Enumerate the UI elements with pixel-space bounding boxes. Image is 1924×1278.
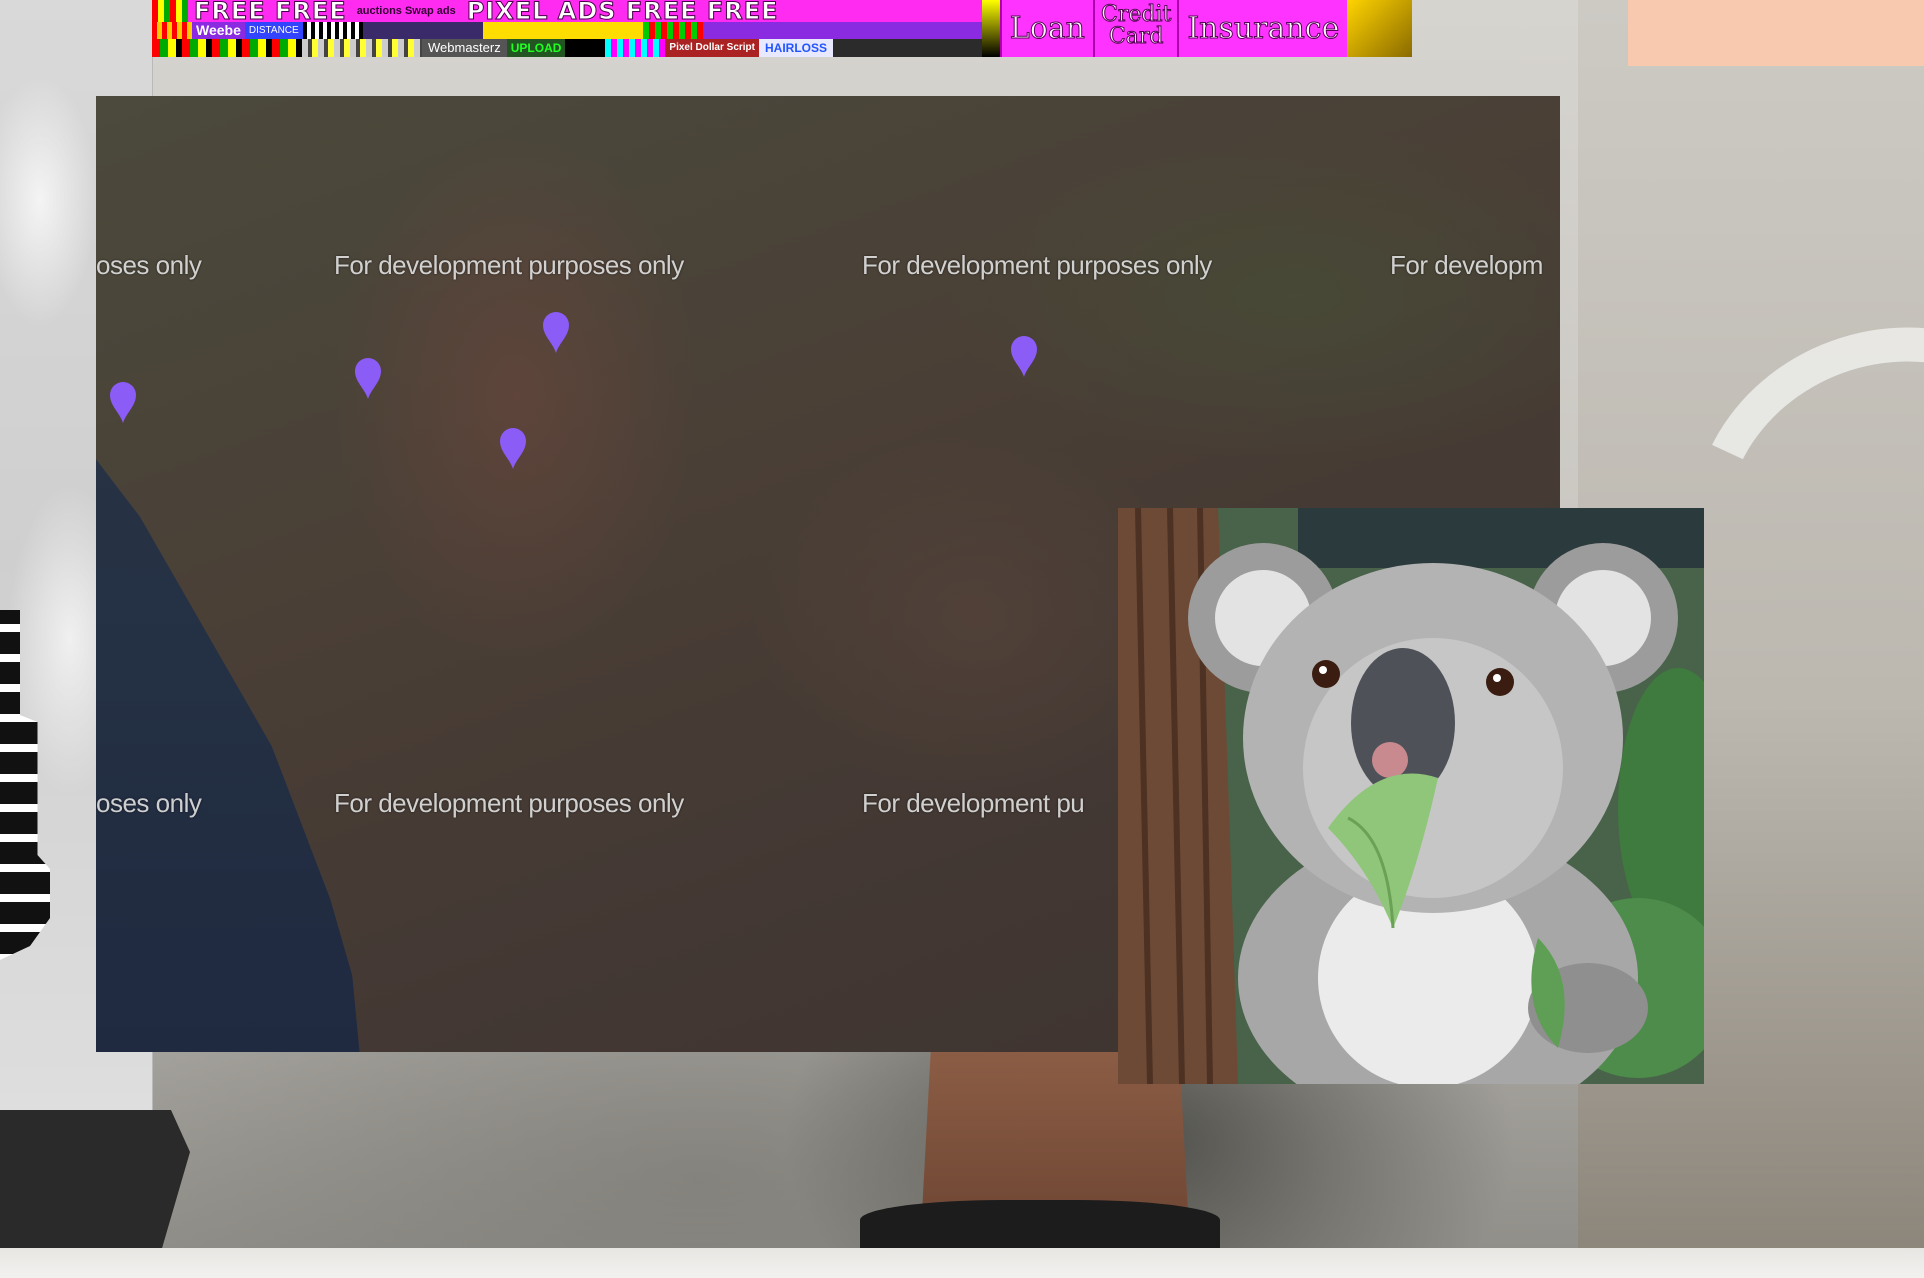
ad-thumbnail[interactable]: [302, 22, 363, 39]
ad-thumbnail[interactable]: [1347, 0, 1412, 57]
ad-free-text[interactable]: FREE FREE: [188, 0, 353, 24]
peach-color-block: [1628, 0, 1924, 66]
map-watermark: For development purposes only: [334, 788, 684, 818]
ad-loan-text[interactable]: Loan: [999, 0, 1093, 57]
ad-credit-card[interactable]: Credit Card: [1092, 0, 1177, 57]
ad-pixel-ads-text[interactable]: PIXEL ADS FREE FREE: [461, 0, 785, 24]
map-watermark: oses only: [96, 788, 202, 818]
koala-photo[interactable]: [1118, 508, 1704, 1084]
ad-webmaster-text[interactable]: Webmasterz: [422, 39, 507, 57]
map-marker-icon[interactable]: [541, 310, 571, 354]
ad-thumbnail[interactable]: [302, 39, 422, 57]
ad-upload-text[interactable]: UPLOAD: [506, 39, 566, 57]
dark-fabric: [0, 1110, 190, 1250]
map-marker-icon[interactable]: [1009, 334, 1039, 378]
ad-thumbnail[interactable]: [605, 39, 666, 57]
map-watermark: For developm: [1390, 250, 1543, 280]
ad-distance-text[interactable]: DISTANCE: [244, 22, 303, 39]
map-marker-icon[interactable]: [353, 356, 383, 400]
ad-credit-line: Credit: [1100, 2, 1172, 27]
ad-thumbnail[interactable]: [152, 22, 192, 39]
ad-hairloss-text[interactable]: HAIRLOSS: [759, 39, 834, 57]
ad-thumbnail[interactable]: [565, 39, 606, 57]
ad-thumbnail[interactable]: [982, 0, 1000, 57]
ad-thumbnail[interactable]: [362, 22, 483, 39]
ad-insurance-text[interactable]: Insurance: [1177, 0, 1347, 57]
ad-weebe-text[interactable]: Weebe: [192, 22, 245, 39]
map-marker-icon[interactable]: [498, 426, 528, 470]
map-watermark: For development pu: [862, 788, 1085, 818]
ad-thumbnail[interactable]: [482, 22, 643, 39]
ads-right-block: Loan Credit Card Insurance: [982, 0, 1412, 57]
bottom-strip: [0, 1248, 1924, 1278]
map-watermark: oses only: [96, 250, 202, 280]
ad-pixel-dollar-text[interactable]: Pixel Dollar Script: [665, 39, 759, 57]
ad-auctions-text[interactable]: auctions Swap ads: [353, 6, 461, 17]
ad-thumbnail[interactable]: [152, 0, 188, 22]
ad-thumbnail[interactable]: [642, 22, 703, 39]
ad-thumbnail[interactable]: [152, 39, 302, 57]
shoe-photo-fragment: [860, 1200, 1220, 1250]
pixel-ads-banner[interactable]: FREE FREE auctions Swap ads PIXEL ADS FR…: [152, 0, 1412, 57]
map-marker-icon[interactable]: [108, 380, 138, 424]
map-watermark: For development purposes only: [862, 250, 1212, 280]
ad-card-line: Card: [1108, 24, 1164, 49]
map-watermark: For development purposes only: [334, 250, 684, 280]
